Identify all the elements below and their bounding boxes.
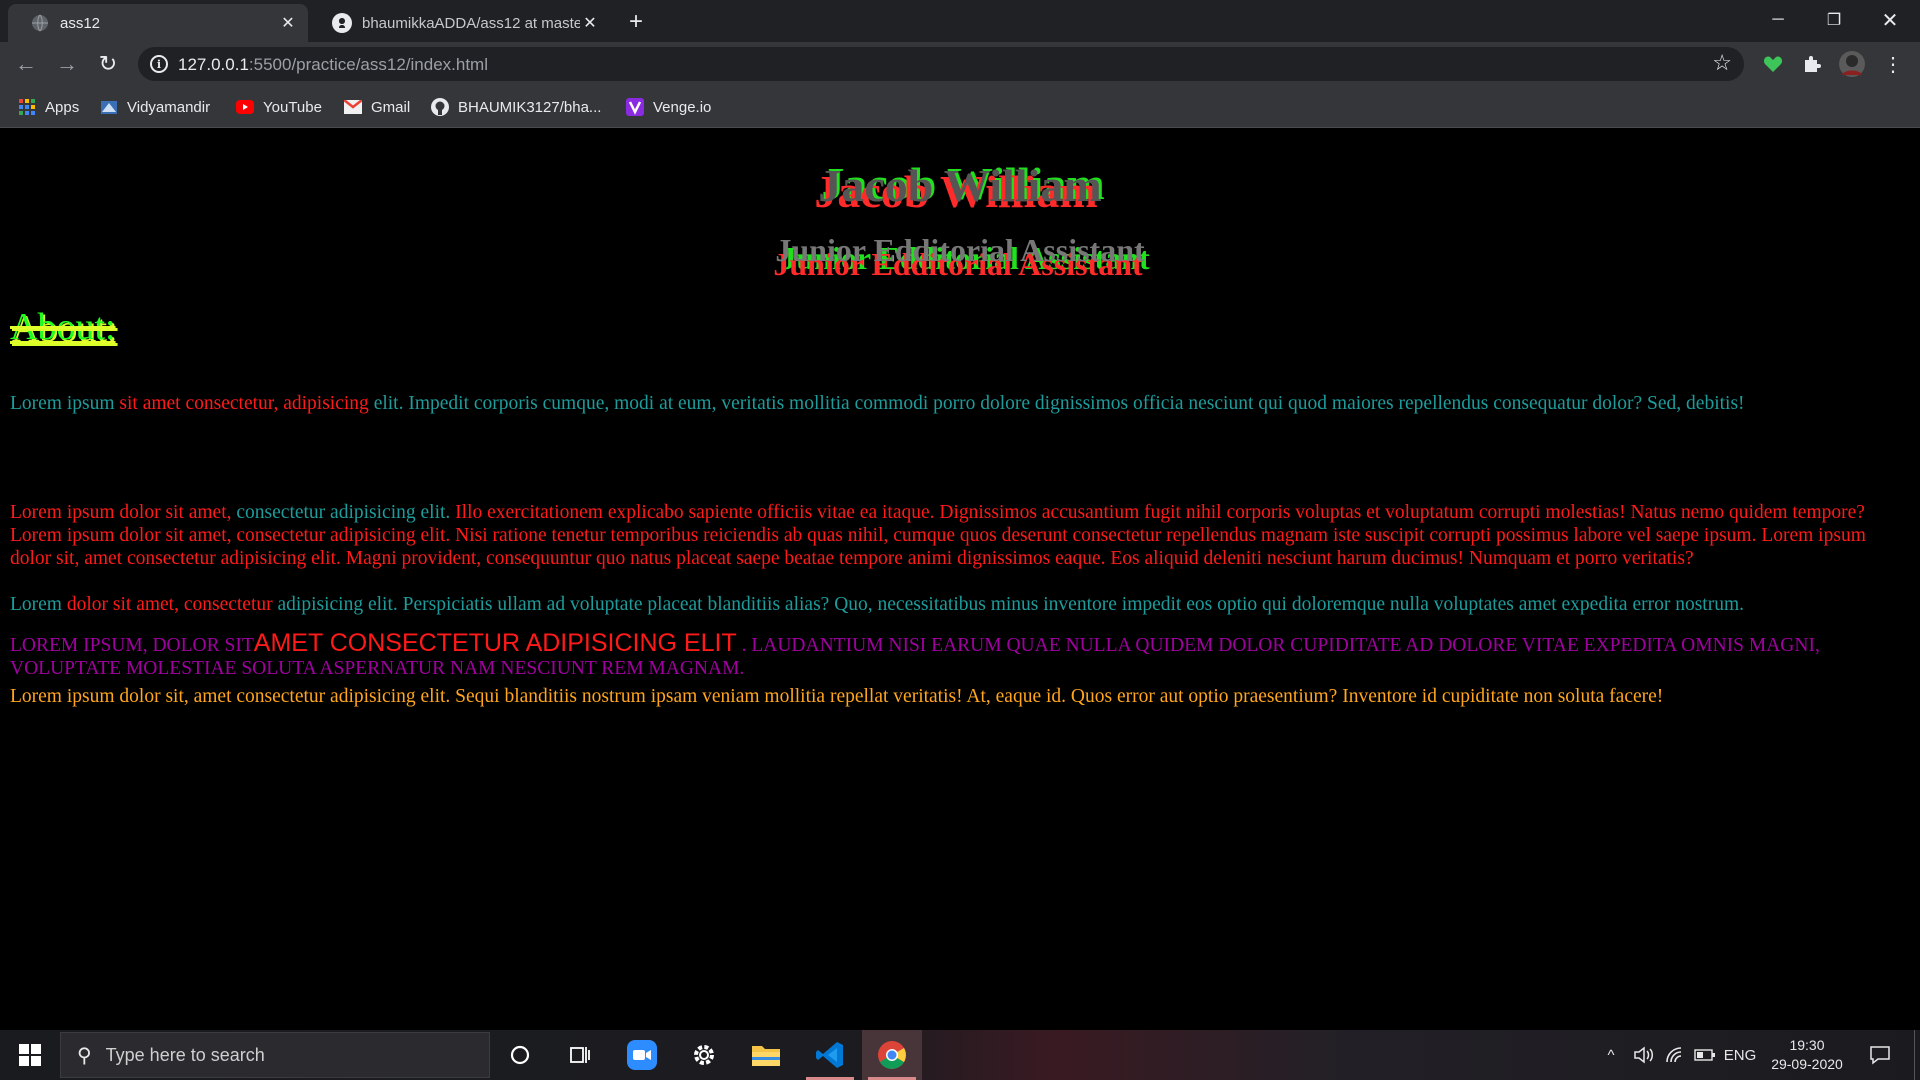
taskbar: ⚲ Type here to search ^ ENG 19:30 29-09-… (0, 1030, 1920, 1080)
paragraph-2: Lorem ipsum dolor sit amet, consectetur … (10, 502, 1866, 569)
vscode-icon[interactable] (800, 1030, 860, 1080)
notification-center-icon[interactable] (1860, 1030, 1900, 1080)
vidyamandir-icon (100, 98, 118, 116)
apps-grid-icon (18, 98, 36, 116)
volume-icon[interactable] (1628, 1030, 1658, 1080)
back-icon[interactable]: ← (10, 48, 42, 80)
taskbar-search-input[interactable]: ⚲ Type here to search (60, 1032, 490, 1078)
tab-close-icon[interactable]: ✕ (278, 13, 298, 33)
github-icon (332, 13, 352, 33)
gmail-icon (344, 98, 362, 116)
hero-role: Junior Edditorial Assistant (775, 232, 1145, 268)
clock[interactable]: 19:30 29-09-2020 (1762, 1030, 1852, 1080)
forward-icon[interactable]: → (51, 48, 83, 80)
paragraph-3: Lorem dolor sit amet, consectetur adipis… (10, 594, 1745, 615)
show-desktop-divider[interactable] (1914, 1030, 1915, 1080)
paragraph-1: Lorem ipsum sit amet consectetur, adipis… (10, 393, 1745, 414)
windows-start-icon[interactable] (0, 1030, 60, 1080)
about-heading: About: (10, 306, 116, 348)
tab-ass12[interactable]: ass12 ✕ (8, 4, 308, 42)
site-info-icon[interactable]: i (150, 55, 168, 73)
bookmark-gmail[interactable]: Gmail (344, 96, 410, 118)
reload-icon[interactable]: ↻ (92, 48, 124, 80)
cortana-icon[interactable] (490, 1030, 550, 1080)
search-icon: ⚲ (77, 1044, 92, 1067)
bookmark-vidyamandir[interactable]: Vidyamandir (100, 96, 210, 118)
bookmark-apps[interactable]: Apps (18, 96, 79, 118)
minimize-icon[interactable]: ─ (1750, 0, 1806, 40)
chrome-icon[interactable] (862, 1030, 922, 1080)
bookmark-venge[interactable]: Venge.io (626, 96, 711, 118)
address-bar[interactable]: i 127.0.0.1:5500/practice/ass12/index.ht… (138, 47, 1744, 81)
settings-gear-icon[interactable] (674, 1030, 734, 1080)
heart-extension-icon[interactable] (1760, 51, 1786, 77)
paragraph-5: Lorem ipsum dolor sit, amet consectetur … (10, 686, 1664, 707)
menu-kebab-icon[interactable]: ⋮ (1880, 51, 1906, 77)
profile-avatar[interactable] (1839, 51, 1865, 77)
paragraph-4: Lorem ipsum, dolor sitAMET CONSECTETUR A… (10, 629, 1820, 680)
tab-strip: ass12 ✕ bhaumikkaADDA/ass12 at master ✕ … (0, 0, 1920, 42)
wifi-icon[interactable] (1660, 1030, 1690, 1080)
browser-toolbar: ← → ↻ i 127.0.0.1:5500/practice/ass12/in… (0, 42, 1920, 86)
bookmarks-bar: Apps Vidyamandir YouTube Gmail BHAUMIK31… (0, 86, 1920, 128)
globe-icon (30, 13, 50, 33)
zoom-app-icon[interactable] (612, 1030, 672, 1080)
close-window-icon[interactable]: ✕ (1862, 0, 1918, 40)
new-tab-button[interactable]: + (622, 8, 650, 36)
github-icon (431, 98, 449, 116)
tab-close-icon[interactable]: ✕ (580, 13, 600, 33)
extensions-puzzle-icon[interactable] (1799, 51, 1825, 77)
tab-title: bhaumikkaADDA/ass12 at master (362, 14, 580, 32)
tab-title: ass12 (60, 14, 101, 32)
tray-overflow-chevron-icon[interactable]: ^ (1598, 1030, 1624, 1080)
tab-github[interactable]: bhaumikkaADDA/ass12 at master ✕ (310, 4, 610, 42)
battery-icon[interactable] (1690, 1030, 1720, 1080)
task-view-icon[interactable] (550, 1030, 610, 1080)
bookmark-github[interactable]: BHAUMIK3127/bha... (431, 96, 601, 118)
page-viewport: Jacob William Junior Edditorial Assistan… (0, 129, 1920, 1030)
bookmark-star-icon[interactable]: ☆ (1712, 50, 1732, 76)
file-explorer-icon[interactable] (736, 1030, 796, 1080)
clock-time: 19:30 (1789, 1037, 1825, 1053)
youtube-icon (236, 98, 254, 116)
clock-date: 29-09-2020 (1771, 1056, 1843, 1072)
restore-icon[interactable]: ❐ (1806, 0, 1862, 40)
language-indicator[interactable]: ENG (1720, 1030, 1760, 1080)
url-text: 127.0.0.1:5500/practice/ass12/index.html (178, 55, 488, 74)
bookmark-youtube[interactable]: YouTube (236, 96, 322, 118)
hero-name: Jacob William (818, 160, 1102, 211)
venge-icon (626, 98, 644, 116)
